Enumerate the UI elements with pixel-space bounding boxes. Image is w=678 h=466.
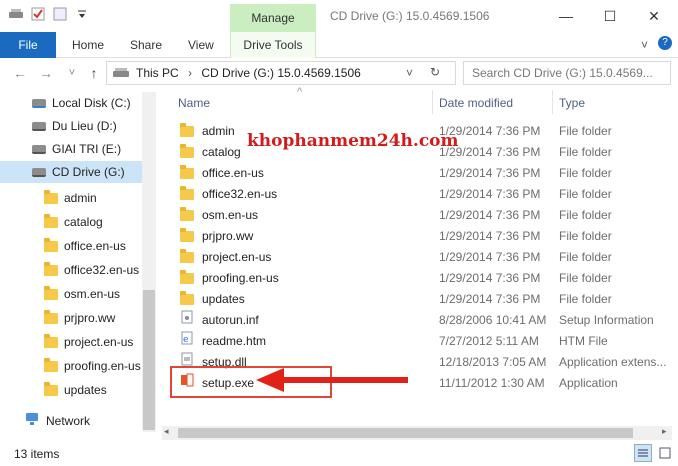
watermark: khophanmem24h.com — [247, 131, 459, 151]
folder-icon — [44, 262, 58, 277]
folder-icon — [180, 165, 194, 180]
folder-icon — [44, 358, 58, 373]
folder-icon — [180, 144, 194, 159]
tab-drive-tools[interactable]: Drive Tools — [230, 32, 316, 58]
sidebar-folder[interactable]: osm.en-us — [44, 283, 120, 305]
properties-icon[interactable] — [30, 6, 46, 22]
file-row[interactable]: updates 1/29/2014 7:36 PM File folder — [168, 289, 672, 310]
sidebar-folder[interactable]: office.en-us — [44, 235, 126, 257]
sidebar-scrollbar-thumb[interactable] — [143, 290, 155, 430]
svg-text:e: e — [183, 335, 189, 345]
folder-icon — [44, 310, 58, 325]
folder-icon — [180, 228, 194, 243]
file-row[interactable]: prjpro.ww 1/29/2014 7:36 PM File folder — [168, 226, 672, 247]
sidebar-folder[interactable]: admin — [44, 187, 97, 209]
sidebar-folder[interactable]: office32.en-us — [44, 259, 139, 281]
breadcrumb-separator: › — [188, 66, 193, 80]
file-row[interactable]: proofing.en-us 1/29/2014 7:36 PM File fold… — [168, 268, 672, 289]
breadcrumb-drive[interactable]: CD Drive (G:) 15.0.4569.1506 — [201, 66, 360, 80]
search-input[interactable]: Search CD Drive (G:) 15.0.4569... — [463, 61, 671, 85]
annotation-arrow-head — [256, 368, 284, 392]
folder-icon — [180, 123, 194, 138]
sidebar-folder[interactable]: updates — [44, 379, 107, 401]
scroll-left-icon[interactable]: ◂ — [164, 426, 169, 437]
folder-icon — [44, 214, 58, 229]
folder-icon — [180, 249, 194, 264]
tab-home[interactable]: Home — [72, 32, 104, 58]
help-button[interactable]: ? — [658, 36, 672, 50]
sidebar-item-local-disk[interactable]: Local Disk (C:) — [32, 92, 131, 114]
breadcrumb-this-pc[interactable]: This PC — [136, 66, 179, 80]
windows-drive-icon — [32, 99, 46, 109]
file-row[interactable]: office.en-us 1/29/2014 7:36 PM File folder — [168, 163, 672, 184]
folder-icon — [180, 270, 194, 285]
forward-button[interactable]: → — [36, 63, 56, 83]
scroll-right-icon[interactable]: ▸ — [662, 426, 667, 437]
sort-arrow-icon: ^ — [297, 86, 303, 98]
sidebar-folder[interactable]: prjpro.ww — [44, 307, 115, 329]
file-row[interactable]: project.en-us 1/29/2014 7:36 PM File folde… — [168, 247, 672, 268]
folder-icon — [44, 190, 58, 205]
folder-icon — [44, 286, 58, 301]
hard-drive-icon — [32, 145, 46, 155]
sidebar-item-cd-drive[interactable]: CD Drive (G:) — [0, 161, 142, 183]
tab-share[interactable]: Share — [130, 32, 162, 58]
folder-icon — [44, 334, 58, 349]
network-icon — [24, 411, 40, 433]
folder-icon — [180, 207, 194, 222]
minimize-button[interactable]: — — [544, 4, 588, 28]
cd-drive-icon — [32, 168, 46, 178]
customize-qat-icon[interactable] — [74, 6, 90, 22]
window-title: CD Drive (G:) 15.0.4569.1506 — [330, 9, 490, 23]
file-row[interactable]: office32.en-us 1/29/2014 7:36 PM File fold… — [168, 184, 672, 205]
html-file-icon: e — [180, 331, 194, 352]
details-view-button[interactable] — [634, 444, 652, 462]
large-icons-view-button[interactable] — [656, 444, 674, 462]
address-dropdown-button[interactable]: ˅ — [406, 66, 413, 80]
new-folder-icon[interactable] — [52, 6, 68, 22]
folder-icon — [180, 186, 194, 201]
manage-tab[interactable]: Manage — [230, 4, 316, 32]
close-button[interactable]: ✕ — [632, 4, 676, 28]
recent-locations-button[interactable]: ˅ — [62, 63, 82, 83]
expand-ribbon-button[interactable]: ˅ — [641, 32, 648, 58]
sidebar-folder[interactable]: catalog — [44, 211, 103, 233]
column-header-date[interactable]: Date modified — [439, 96, 513, 110]
setup-info-icon — [180, 310, 194, 331]
hard-drive-icon — [32, 122, 46, 132]
column-separator[interactable] — [432, 90, 433, 114]
tab-file[interactable]: File — [0, 32, 56, 58]
large-icons-view-icon — [659, 447, 671, 459]
file-row[interactable]: e readme.htm 7/27/2012 5:11 AM HTM File — [168, 331, 672, 352]
sidebar-item-giai-tri[interactable]: GIAI TRI (E:) — [32, 138, 121, 160]
up-button[interactable]: ↑ — [84, 63, 104, 83]
sidebar-folder[interactable]: proofing.en-us — [44, 355, 141, 377]
folder-icon — [44, 238, 58, 253]
maximize-button[interactable]: ☐ — [588, 4, 632, 28]
column-header-name[interactable]: Name — [178, 96, 210, 110]
folder-icon — [44, 382, 58, 397]
drive-icon — [8, 6, 24, 22]
column-header-type[interactable]: Type — [559, 96, 585, 110]
column-separator[interactable] — [552, 90, 553, 114]
back-button[interactable]: ← — [10, 63, 30, 83]
details-view-icon — [638, 449, 648, 457]
folder-icon — [180, 291, 194, 306]
status-item-count: 13 items — [14, 447, 60, 461]
sidebar-item-du-lieu[interactable]: Du Lieu (D:) — [32, 115, 117, 137]
sidebar-item-network[interactable]: Network — [24, 410, 90, 432]
refresh-icon[interactable]: ↻ — [430, 65, 440, 79]
sidebar-folder[interactable]: project.en-us — [44, 331, 133, 353]
breadcrumb[interactable]: This PC › CD Drive (G:) 15.0.4569.1506 — [136, 66, 361, 80]
horizontal-scrollbar-thumb[interactable] — [178, 428, 633, 438]
tab-view[interactable]: View — [188, 32, 214, 58]
quick-access-toolbar — [8, 6, 90, 22]
file-row[interactable]: autorun.inf 8/28/2006 10:41 AM Setup Infor… — [168, 310, 672, 331]
annotation-arrow — [282, 377, 408, 383]
drive-icon — [112, 66, 130, 83]
file-row[interactable]: osm.en-us 1/29/2014 7:36 PM File folder — [168, 205, 672, 226]
navigation-pane: Local Disk (C:) Du Lieu (D:) GIAI TRI (E… — [0, 88, 158, 436]
